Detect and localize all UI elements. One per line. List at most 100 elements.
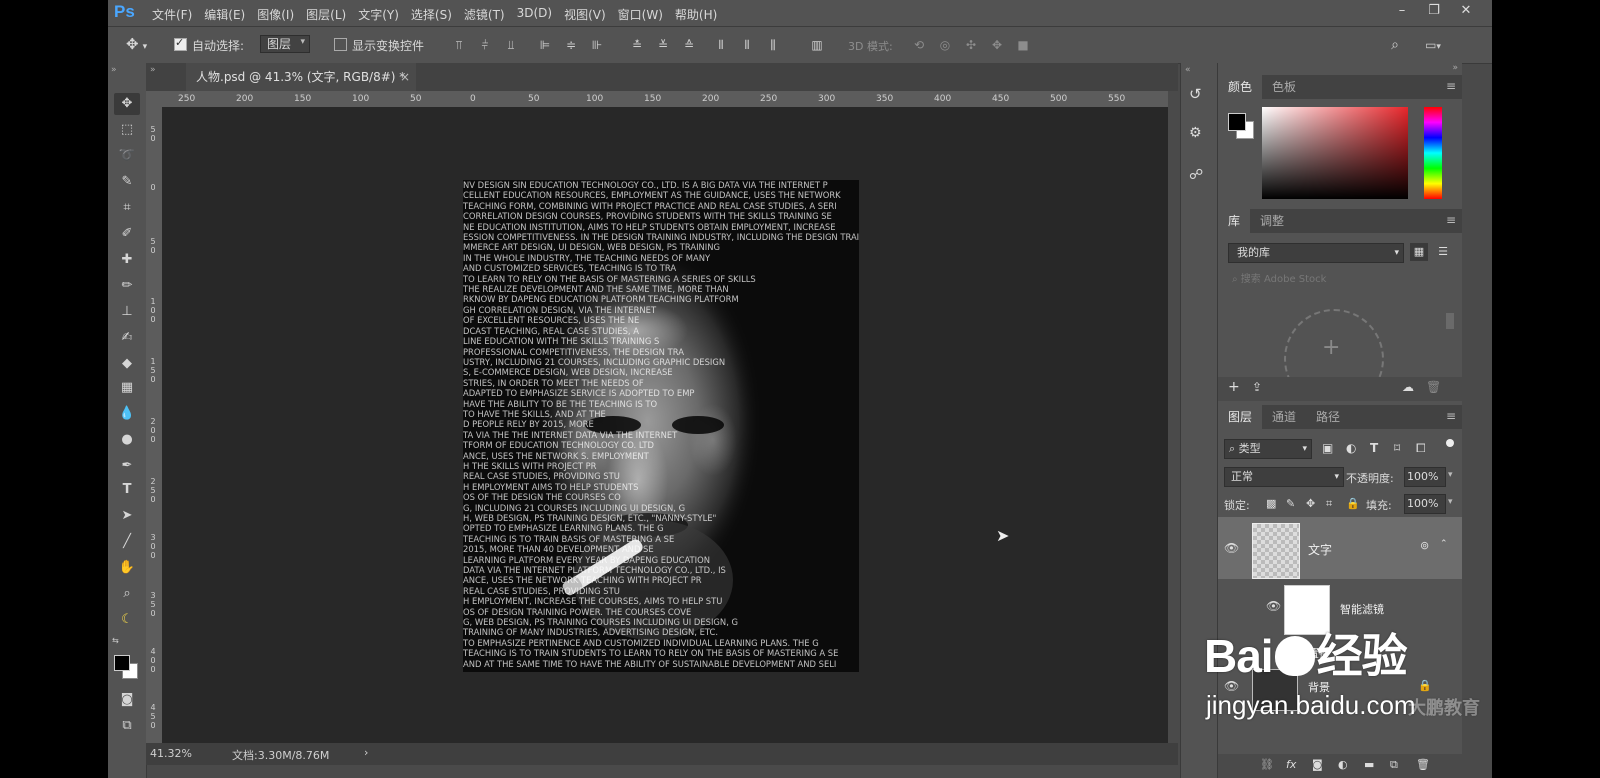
distribute-vcenter-icon[interactable]: ≚ [656, 38, 670, 52]
drag-3d-icon[interactable]: ✣ [964, 38, 978, 52]
grid-view-icon[interactable]: ▦ [1410, 243, 1428, 261]
crop-tool[interactable]: ⌗ [114, 197, 140, 219]
healing-tool[interactable]: ✚ [114, 249, 140, 271]
filter-adjustment-icon[interactable]: ◐ [1346, 441, 1356, 455]
menu-edit[interactable]: 编辑(E) [204, 6, 245, 23]
lasso-tool[interactable]: ➰ [114, 145, 140, 167]
menu-window[interactable]: 窗口(W) [618, 6, 663, 23]
list-view-icon[interactable]: ☰ [1434, 243, 1452, 261]
history-brush-tool[interactable]: ✍ [114, 327, 140, 349]
align-top-icon[interactable]: ⫪ [452, 38, 466, 52]
tab-library[interactable]: 库 [1218, 209, 1251, 233]
lock-pixels-icon[interactable]: ✎ [1286, 497, 1295, 510]
move-tool-icon[interactable]: ✥ ▾ [126, 35, 147, 53]
status-menu-arrow[interactable]: › [364, 746, 368, 759]
document-tab[interactable]: 人物.psd @ 41.3% (文字, RGB/8#) * × [186, 63, 416, 91]
filter-shape-icon[interactable]: ⌑ [1394, 441, 1400, 455]
fill-field[interactable]: 100% [1404, 494, 1446, 514]
align-bottom-icon[interactable]: ⫫ [504, 38, 518, 52]
color-picker-field[interactable] [1262, 107, 1408, 199]
distribute-left-icon[interactable]: ⫴ [714, 38, 728, 52]
library-panel-menu-icon[interactable]: ≡ [1446, 213, 1456, 227]
eyedropper-tool[interactable]: ✐ [114, 223, 140, 245]
roll-3d-icon[interactable]: ◎ [938, 38, 952, 52]
restore-button[interactable]: ❐ [1418, 3, 1450, 18]
align-right-icon[interactable]: ⊪ [590, 38, 604, 52]
chevron-down-icon[interactable]: ▾ [1448, 497, 1453, 507]
slide-3d-icon[interactable]: ✥ [990, 38, 1004, 52]
menu-3d[interactable]: 3D(D) [517, 6, 552, 23]
upload-icon[interactable]: ⇪ [1252, 380, 1262, 394]
banana-tool[interactable]: ☾ [114, 609, 140, 631]
gradient-tool[interactable]: ▦ [114, 377, 140, 399]
orbit-3d-icon[interactable]: ⟲ [912, 38, 926, 52]
minimize-button[interactable]: – [1386, 3, 1418, 18]
foreground-color-swatch[interactable] [114, 655, 130, 671]
eye-icon[interactable]: 👁 [1224, 541, 1239, 555]
collapse-panels-icon[interactable]: » [1452, 63, 1458, 73]
eye-icon[interactable]: 👁 [1266, 599, 1281, 613]
menu-layer[interactable]: 图层(L) [306, 6, 346, 23]
layer-row-text[interactable]: 👁 文字 ⊚ ⌃ [1218, 517, 1462, 579]
document-canvas[interactable]: NV DESIGN SIN EDUCATION TECHNOLOGY CO., … [463, 180, 859, 672]
filter-smart-object-icon[interactable]: ⧠ [1416, 441, 1426, 456]
ruler-origin[interactable] [146, 91, 162, 107]
hue-slider[interactable] [1424, 107, 1442, 199]
menu-view[interactable]: 视图(V) [564, 6, 606, 23]
brush-tool[interactable]: ✏ [114, 275, 140, 297]
horizontal-ruler[interactable]: 250 200 150 100 50 0 50 100 150 200 250 … [162, 91, 1168, 108]
library-search-field[interactable]: ⌕ 搜索 Adobe Stock [1228, 271, 1452, 289]
line-tool[interactable]: ╱ [114, 531, 140, 553]
eraser-tool[interactable]: ◆ [114, 353, 140, 375]
layers-panel-menu-icon[interactable]: ≡ [1446, 409, 1456, 423]
align-vcenter-icon[interactable]: ⫩ [478, 38, 492, 52]
color-panel-menu-icon[interactable]: ≡ [1446, 79, 1456, 93]
distribute-bottom-icon[interactable]: ≙ [682, 38, 696, 52]
stamp-tool[interactable]: ⊥ [114, 301, 140, 323]
group-icon[interactable]: ▬ [1364, 758, 1374, 771]
chevron-down-icon[interactable]: ▾ [1448, 470, 1453, 480]
blend-mode-dropdown[interactable]: 正常 ▾ [1224, 467, 1344, 487]
path-select-tool[interactable]: ➤ [114, 505, 140, 527]
tab-color[interactable]: 颜色 [1218, 75, 1263, 99]
properties-panel-icon[interactable]: ⚙ [1189, 125, 1202, 141]
tabbar-collapse-icon[interactable]: » [150, 65, 156, 75]
tab-layers[interactable]: 图层 [1218, 405, 1263, 429]
quickmask-button[interactable]: ◙ [114, 689, 140, 711]
lock-all-icon[interactable]: 🔒 [1346, 497, 1360, 510]
layer-name[interactable]: 智能滤镜 [1340, 601, 1384, 617]
trash-icon[interactable]: 🗑 [1426, 380, 1441, 394]
opacity-field[interactable]: 100% [1404, 467, 1446, 487]
tab-channels[interactable]: 通道 [1262, 405, 1306, 429]
move-tool[interactable]: ✥ [114, 93, 140, 115]
add-content-icon[interactable]: + [1228, 379, 1240, 395]
swap-colors-icon[interactable]: ⇆ [112, 636, 119, 645]
styles-panel-icon[interactable]: ☍ [1189, 167, 1203, 183]
screen-mode-button[interactable]: ⧉ [114, 715, 140, 737]
auto-align-icon[interactable]: ▥ [810, 38, 824, 52]
smart-filter-icon[interactable]: ⊚ [1420, 539, 1429, 552]
delete-layer-icon[interactable]: 🗑 [1416, 758, 1430, 771]
filter-type-icon[interactable]: T [1370, 441, 1378, 455]
hand-tool[interactable]: ✋ [114, 557, 140, 579]
distribute-hcenter-icon[interactable]: ⦀ [740, 38, 754, 52]
menu-help[interactable]: 帮助(H) [675, 6, 717, 23]
search-icon[interactable]: ⌕ [1388, 38, 1402, 52]
workspace-icon[interactable]: ▭▾ [1420, 38, 1446, 52]
new-layer-icon[interactable]: ⧉ [1390, 758, 1398, 772]
menu-file[interactable]: 文件(F) [152, 6, 192, 23]
camera-3d-icon[interactable]: ■ [1016, 38, 1030, 52]
blur-tool[interactable]: 💧 [114, 403, 140, 425]
fg-color-swatch[interactable] [1228, 113, 1246, 131]
library-dropdown[interactable]: 我的库 ▾ [1228, 243, 1404, 263]
auto-select-checkbox[interactable]: 自动选择: [174, 36, 244, 54]
filter-toggle[interactable] [1446, 439, 1454, 447]
zoom-level[interactable]: 41.32% [150, 747, 192, 760]
auto-select-dropdown[interactable]: 图层 [260, 35, 311, 53]
tab-adjustments[interactable]: 调整 [1250, 209, 1294, 233]
add-mask-icon[interactable]: ◙ [1312, 758, 1323, 771]
lock-artboard-icon[interactable]: ⌗ [1326, 497, 1332, 511]
layer-name[interactable]: 文字 [1308, 541, 1332, 558]
library-scrollbar[interactable] [1446, 313, 1454, 329]
adjustment-layer-icon[interactable]: ◐ [1338, 758, 1348, 771]
